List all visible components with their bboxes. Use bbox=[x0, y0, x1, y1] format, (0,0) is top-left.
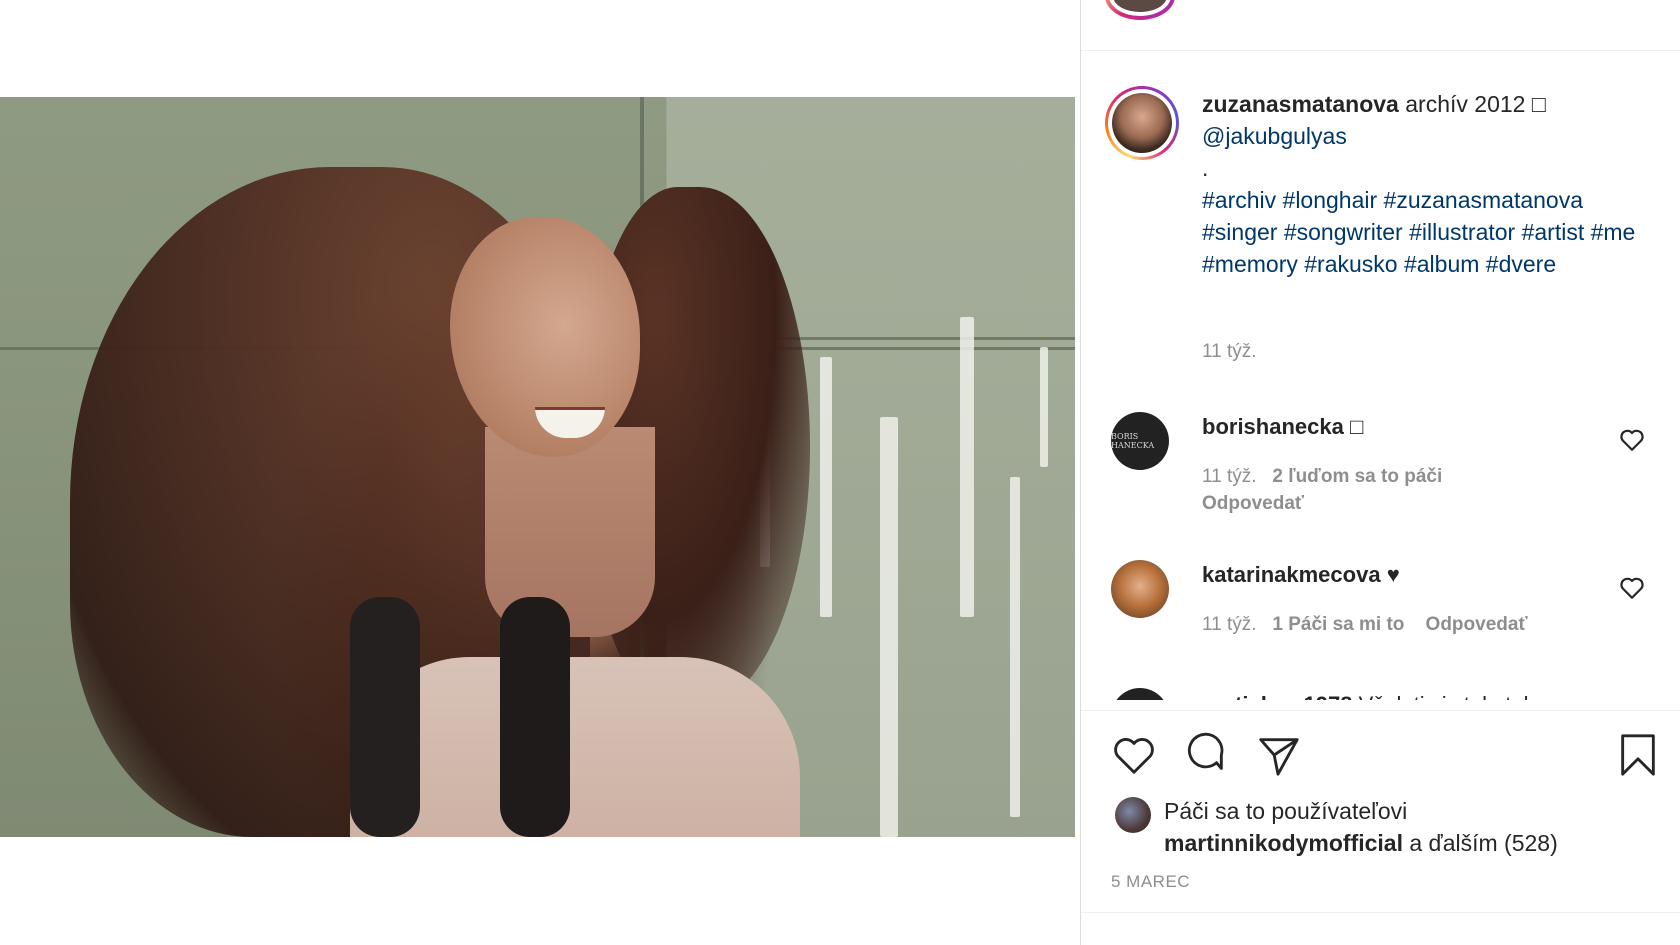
author-avatar[interactable] bbox=[1105, 86, 1179, 160]
likes-text: Páči sa to používateľovi martinnikodymof… bbox=[1164, 798, 1558, 856]
divider bbox=[1081, 50, 1680, 51]
wall-scratch bbox=[820, 357, 832, 617]
likes-count[interactable]: a ďalším (528) bbox=[1409, 830, 1557, 856]
comment-body: borishanecka □ bbox=[1202, 414, 1363, 440]
liker-avatar[interactable] bbox=[1115, 797, 1151, 833]
comment-icon[interactable] bbox=[1183, 732, 1229, 778]
author-username[interactable]: zuzanasmatanova bbox=[1202, 91, 1399, 117]
wall-scratch bbox=[880, 417, 898, 837]
comment-body: katarinakmecova ♥ bbox=[1202, 562, 1400, 588]
comment-text: □ bbox=[1349, 414, 1364, 439]
caption-body: archív 2012 □ bbox=[1405, 91, 1546, 117]
liker-username[interactable]: martinnikodymofficial bbox=[1164, 830, 1403, 856]
post-date[interactable]: 5 MAREC bbox=[1111, 872, 1190, 892]
heart-icon[interactable] bbox=[1111, 732, 1157, 778]
comment-username[interactable]: rastislav_1978 bbox=[1202, 692, 1352, 700]
wall-scratch bbox=[1010, 477, 1020, 817]
comment-item-partial: rastislav_1978 Však ti si stale taka bbox=[1081, 680, 1680, 700]
comment-text: Však ti si stale taka bbox=[1359, 692, 1547, 700]
comment-likes[interactable]: 2 ľuďom sa to páči bbox=[1272, 466, 1442, 487]
comment-time[interactable]: 11 týž. bbox=[1202, 614, 1257, 635]
post-sidebar: zuzanasmatanova archív 2012 □ @jakubguly… bbox=[1080, 0, 1680, 945]
divider bbox=[1081, 912, 1680, 913]
comment-like-heart-icon[interactable] bbox=[1619, 576, 1645, 600]
comment-meta: 11 týž. 1 Páči sa mi to Odpovedať bbox=[1202, 614, 1528, 636]
comment-like-heart-icon[interactable] bbox=[1619, 428, 1645, 452]
header-avatar[interactable] bbox=[1105, 0, 1175, 20]
comment-avatar[interactable] bbox=[1111, 688, 1169, 700]
wall-scratch bbox=[960, 317, 974, 617]
action-bar bbox=[1111, 732, 1661, 778]
post-media-area bbox=[0, 0, 1080, 945]
comment-avatar[interactable]: BORIS HANECKA bbox=[1111, 412, 1169, 470]
post-photo[interactable] bbox=[0, 97, 1075, 837]
caption-time[interactable]: 11 týž. bbox=[1202, 341, 1257, 363]
necklace-shape bbox=[500, 597, 570, 837]
reply-button[interactable]: Odpovedať bbox=[1202, 493, 1304, 515]
caption-dot: . bbox=[1202, 155, 1209, 181]
wall-scratch bbox=[1040, 347, 1048, 467]
comment-username[interactable]: katarinakmecova bbox=[1202, 562, 1381, 587]
comment-time[interactable]: 11 týž. bbox=[1202, 466, 1257, 487]
comment-username[interactable]: borishanecka bbox=[1202, 414, 1344, 439]
comment-avatar[interactable] bbox=[1111, 560, 1169, 618]
comment-likes[interactable]: 1 Páči sa mi to bbox=[1272, 614, 1404, 635]
necklace-shape bbox=[350, 597, 420, 837]
comment-text: ♥ bbox=[1386, 562, 1400, 587]
comment-meta: 11 týž. 2 ľuďom sa to páči bbox=[1202, 466, 1442, 488]
divider bbox=[1081, 710, 1680, 711]
bookmark-icon[interactable] bbox=[1615, 732, 1661, 778]
mention-link[interactable]: @jakubgulyas bbox=[1202, 123, 1347, 149]
comment-body: rastislav_1978 Však ti si stale taka bbox=[1202, 692, 1547, 700]
hashtags[interactable]: #archiv #longhair #zuzanasmatanova #sing… bbox=[1202, 187, 1635, 277]
caption-text: zuzanasmatanova archív 2012 □ @jakubguly… bbox=[1202, 88, 1642, 280]
share-icon[interactable] bbox=[1255, 732, 1301, 778]
reply-button[interactable]: Odpovedať bbox=[1426, 614, 1528, 635]
